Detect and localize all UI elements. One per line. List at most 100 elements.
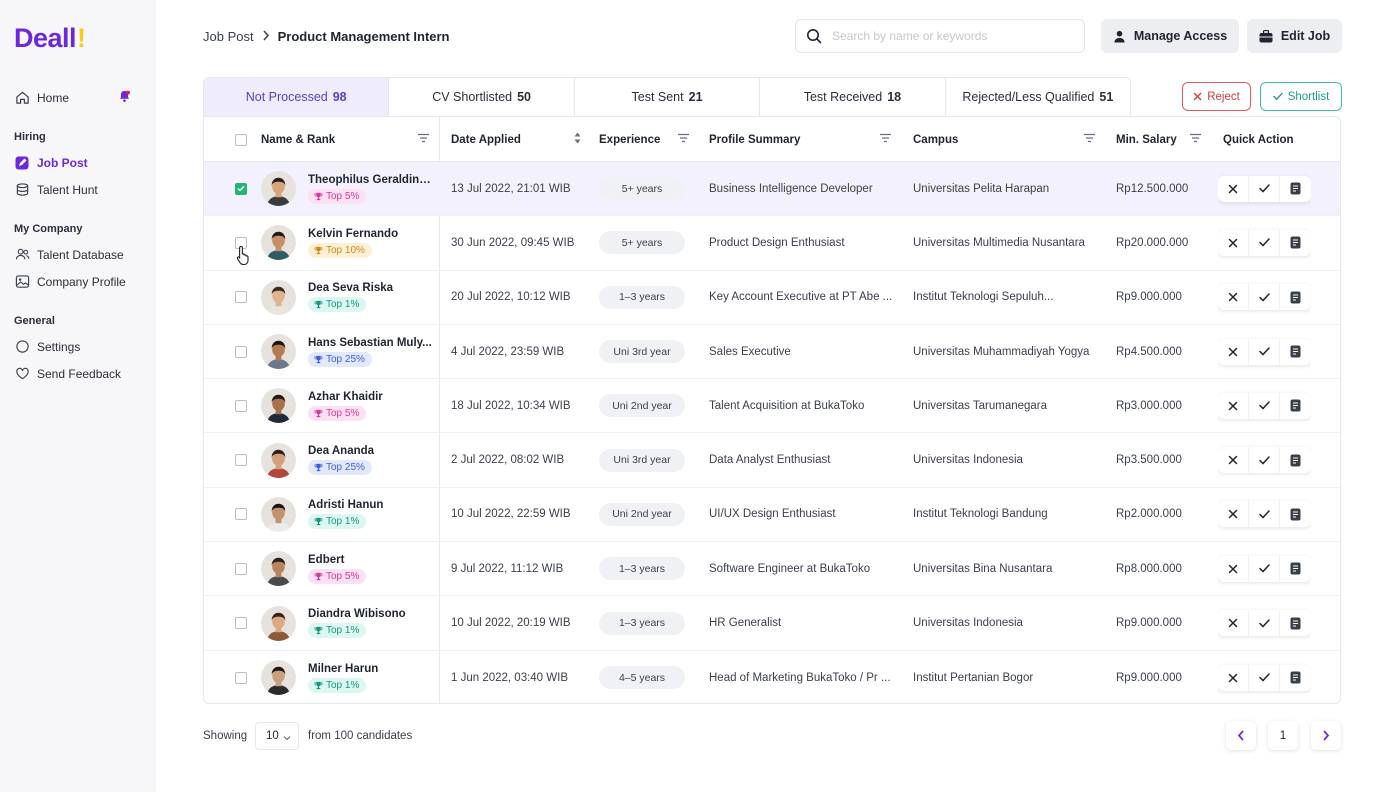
row-checkbox[interactable] — [235, 617, 247, 630]
shortlist-candidate-button[interactable] — [1249, 447, 1280, 474]
shortlist-candidate-button[interactable] — [1249, 229, 1280, 256]
row-select[interactable] — [235, 162, 247, 215]
row-select[interactable] — [235, 542, 247, 595]
candidate-name[interactable]: Adristi Hanun — [308, 499, 433, 511]
filter-lines-icon[interactable] — [418, 133, 429, 146]
candidate-name[interactable]: Edbert — [308, 554, 433, 566]
row-checkbox[interactable] — [235, 454, 247, 467]
prev-page-button[interactable] — [1226, 721, 1256, 750]
candidate-avatar-cell[interactable] — [261, 325, 296, 378]
candidate-name[interactable]: Hans Sebastian Muly... — [308, 337, 433, 349]
shortlist-candidate-button[interactable] — [1249, 338, 1280, 365]
tab-rejected[interactable]: Rejected/Less Qualified 51 — [945, 78, 1130, 116]
shortlist-candidate-button[interactable] — [1249, 501, 1280, 528]
notification-bell-icon[interactable] — [118, 89, 131, 106]
sidebar-item-company-profile[interactable]: Company Profile — [14, 268, 156, 295]
view-cv-button[interactable] — [1280, 556, 1311, 582]
reject-candidate-button[interactable] — [1218, 664, 1249, 691]
row-checkbox[interactable] — [235, 182, 247, 195]
table-row[interactable]: Edbert Top 5% 9 Jul 2022, 11:12 WIB 1–3 … — [204, 542, 1340, 597]
reject-button[interactable]: Reject — [1182, 82, 1251, 111]
tab-test-sent[interactable]: Test Sent 21 — [574, 78, 761, 116]
sidebar-item-home[interactable]: Home — [14, 84, 156, 111]
row-select[interactable] — [235, 379, 247, 432]
candidate-name[interactable]: Azhar Khaidir — [308, 391, 433, 403]
view-cv-button[interactable] — [1280, 230, 1311, 256]
view-cv-button[interactable] — [1280, 176, 1311, 202]
filter-lines-icon[interactable] — [1084, 133, 1095, 146]
view-cv-button[interactable] — [1280, 665, 1311, 691]
view-cv-button[interactable] — [1280, 610, 1311, 636]
column-min-salary[interactable]: Min. Salary — [1116, 117, 1211, 162]
avatar[interactable] — [261, 496, 296, 532]
candidate-name[interactable]: Dea Seva Riska — [308, 282, 433, 294]
avatar[interactable] — [261, 171, 296, 207]
tab-not-processed[interactable]: Not Processed 98 — [204, 78, 390, 116]
avatar[interactable] — [261, 605, 296, 641]
edit-job-button[interactable]: Edit Job — [1247, 19, 1342, 53]
table-row[interactable]: Azhar Khaidir Top 5% 18 Jul 2022, 10:34 … — [204, 379, 1340, 434]
column-profile-summary[interactable]: Profile Summary — [709, 117, 901, 162]
sidebar-item-settings[interactable]: Settings — [14, 333, 156, 360]
table-row[interactable]: Adristi Hanun Top 1% 10 Jul 2022, 22:59 … — [204, 488, 1340, 543]
candidate-avatar-cell[interactable] — [261, 651, 296, 703]
reject-candidate-button[interactable] — [1218, 284, 1249, 311]
table-row[interactable]: Theophilus Geraldine... Top 5% 13 Jul 20… — [204, 162, 1340, 217]
view-cv-button[interactable] — [1280, 339, 1311, 365]
candidate-avatar-cell[interactable] — [261, 271, 296, 324]
search-input[interactable] — [832, 29, 1072, 43]
candidate-avatar-cell[interactable] — [261, 162, 296, 215]
view-cv-button[interactable] — [1280, 284, 1311, 310]
sidebar-item-talent-database[interactable]: Talent Database — [14, 241, 156, 268]
avatar[interactable] — [261, 334, 296, 370]
row-checkbox[interactable] — [235, 508, 247, 521]
table-row[interactable]: Hans Sebastian Muly... Top 25% 4 Jul 202… — [204, 325, 1340, 380]
table-row[interactable]: Dea Seva Riska Top 1% 20 Jul 2022, 10:12… — [204, 271, 1340, 325]
shortlist-candidate-button[interactable] — [1249, 555, 1280, 582]
search-box[interactable] — [795, 19, 1085, 53]
candidate-avatar-cell[interactable] — [261, 596, 296, 649]
avatar[interactable] — [261, 442, 296, 478]
shortlist-candidate-button[interactable] — [1249, 610, 1280, 637]
filter-lines-icon[interactable] — [880, 133, 891, 146]
filter-lines-icon[interactable] — [1190, 133, 1201, 146]
column-experience[interactable]: Experience — [599, 117, 699, 162]
row-select[interactable] — [235, 325, 247, 378]
candidate-avatar-cell[interactable] — [261, 216, 296, 269]
candidate-name[interactable]: Milner Harun — [308, 663, 433, 675]
reject-candidate-button[interactable] — [1218, 610, 1249, 637]
filter-lines-icon[interactable] — [678, 133, 689, 146]
avatar[interactable] — [261, 551, 296, 587]
avatar[interactable] — [261, 388, 296, 424]
next-page-button[interactable] — [1311, 721, 1341, 750]
row-checkbox[interactable] — [235, 671, 247, 684]
breadcrumb-job-post[interactable]: Job Post — [203, 29, 254, 44]
table-row[interactable]: Kelvin Fernando Top 10% 30 Jun 2022, 09:… — [204, 216, 1340, 271]
row-checkbox[interactable] — [235, 562, 247, 575]
select-all[interactable] — [235, 117, 247, 162]
page-number-button[interactable]: 1 — [1268, 721, 1298, 750]
select-all-checkbox[interactable] — [235, 133, 247, 146]
reject-candidate-button[interactable] — [1218, 338, 1249, 365]
avatar[interactable] — [261, 660, 296, 696]
sidebar-item-talent-hunt[interactable]: Talent Hunt — [14, 176, 156, 203]
row-select[interactable] — [235, 488, 247, 541]
row-checkbox[interactable] — [235, 399, 247, 412]
reject-candidate-button[interactable] — [1218, 175, 1249, 202]
avatar[interactable] — [261, 225, 296, 261]
view-cv-button[interactable] — [1280, 393, 1311, 419]
sidebar-item-send-feedback[interactable]: Send Feedback — [14, 360, 156, 387]
row-checkbox[interactable] — [235, 291, 247, 304]
sidebar-item-job-post[interactable]: Job Post — [14, 149, 156, 176]
candidate-name[interactable]: Theophilus Geraldine... — [308, 174, 433, 186]
table-row[interactable]: Dea Ananda Top 25% 2 Jul 2022, 08:02 WIB… — [204, 433, 1340, 488]
reject-candidate-button[interactable] — [1218, 229, 1249, 256]
candidate-name[interactable]: Dea Ananda — [308, 445, 433, 457]
table-row[interactable]: Diandra Wibisono Top 1% 10 Jul 2022, 20:… — [204, 596, 1340, 651]
row-checkbox[interactable] — [235, 345, 247, 358]
tab-cv-shortlisted[interactable]: CV Shortlisted 50 — [389, 78, 575, 116]
candidate-name[interactable]: Kelvin Fernando — [308, 228, 433, 240]
reject-candidate-button[interactable] — [1218, 447, 1249, 474]
deall-logo[interactable]: Deall! — [14, 22, 156, 54]
shortlist-candidate-button[interactable] — [1249, 664, 1280, 691]
